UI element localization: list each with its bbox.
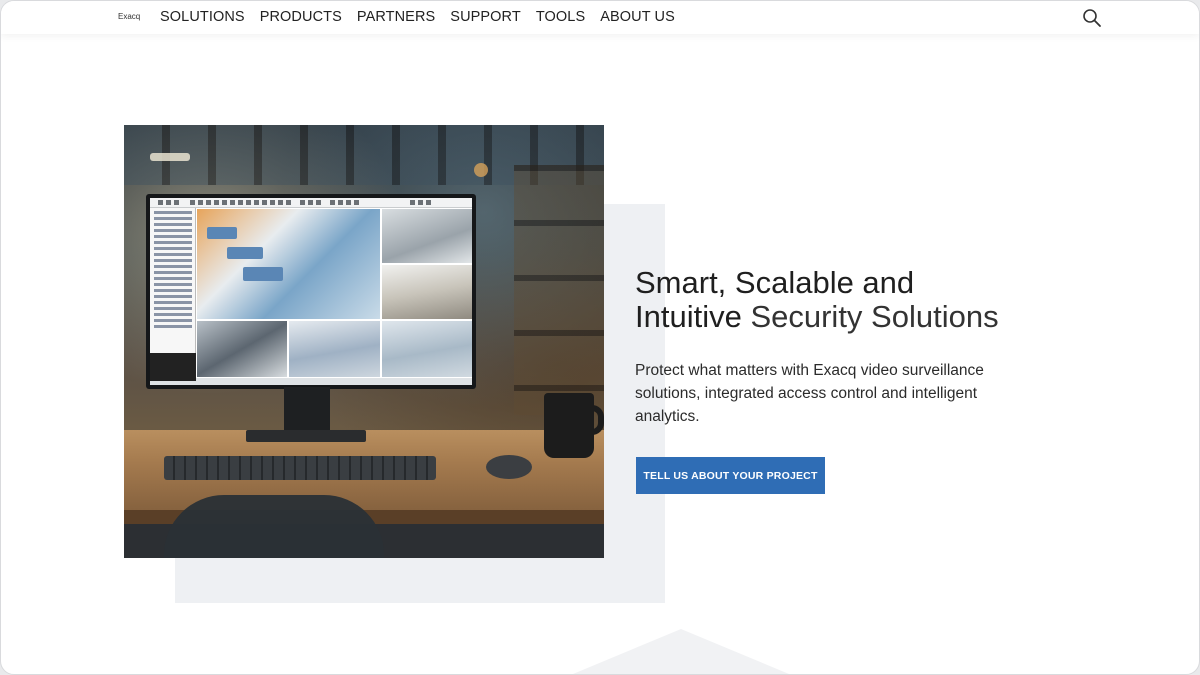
search-button[interactable] [1081, 7, 1103, 29]
hero-description: Protect what matters with Exacq video su… [635, 362, 984, 425]
nav-item-support[interactable]: SUPPORT [450, 9, 521, 25]
nav-item-products[interactable]: PRODUCTS [260, 9, 342, 25]
main-nav: SOLUTIONS PRODUCTS PARTNERS SUPPORT TOOL… [160, 9, 690, 25]
nav-item-partners[interactable]: PARTNERS [357, 9, 435, 25]
search-icon [1083, 9, 1101, 27]
nav-item-about-us[interactable]: ABOUT US [600, 9, 675, 25]
tell-us-about-project-button[interactable]: TELL US ABOUT YOUR PROJECT [636, 457, 825, 494]
site-logo[interactable]: Exacq [118, 12, 140, 21]
vms-screen [150, 198, 472, 385]
headline-line-2b: Security Solutions [750, 299, 999, 334]
decorative-shape [561, 629, 801, 674]
monitor-illustration [146, 194, 476, 389]
hero-image [124, 125, 604, 558]
nav-item-solutions[interactable]: SOLUTIONS [160, 9, 245, 25]
browser-page: Exacq SOLUTIONS PRODUCTS PARTNERS SUPPOR… [0, 0, 1200, 675]
hero-headline: Smart, Scalable and Intuitive Security S… [635, 266, 1055, 334]
headline-line-1: Smart, Scalable and [635, 265, 915, 300]
nav-item-tools[interactable]: TOOLS [536, 9, 585, 25]
site-header: Exacq SOLUTIONS PRODUCTS PARTNERS SUPPOR… [1, 1, 1199, 34]
headline-line-2a: Intuitive [635, 299, 751, 334]
